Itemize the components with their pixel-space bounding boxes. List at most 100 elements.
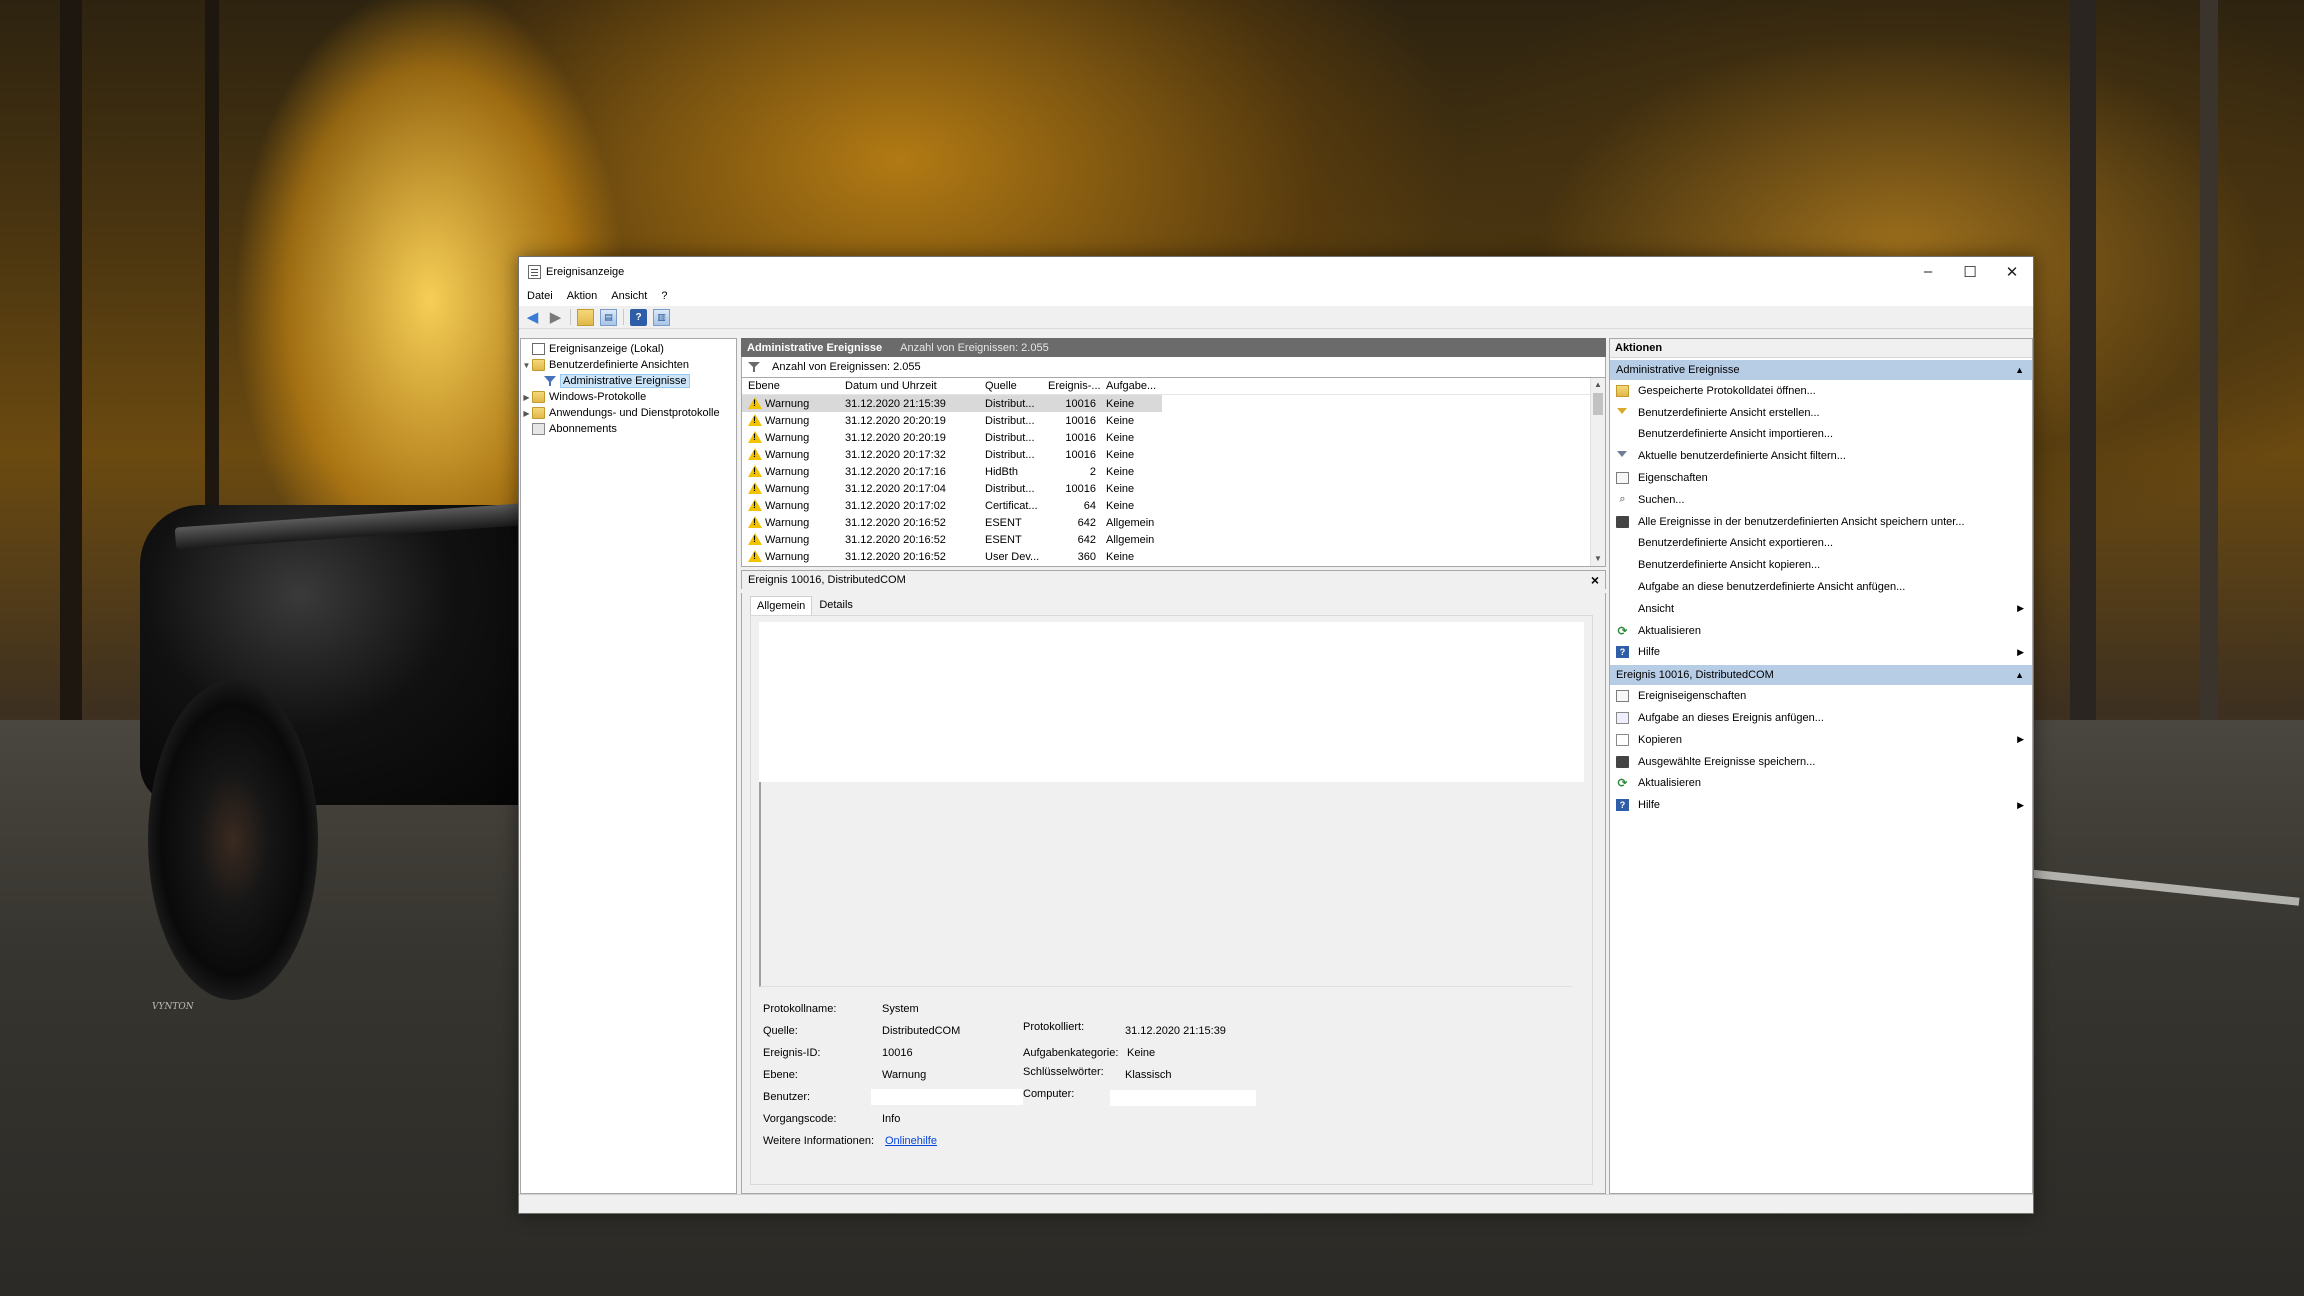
event-row[interactable]: Warnung 31.12.2020 20:20:19 Distribut... 10… <box>742 429 1605 446</box>
warning-icon <box>748 516 762 528</box>
action-item[interactable]: Kopieren ▶ <box>1610 729 2032 751</box>
tree-item-event-viewer-local[interactable]: Ereignisanzeige (Lokal) <box>521 341 736 357</box>
event-id-cell: 642 <box>1077 533 1096 546</box>
tree-item-subscriptions[interactable]: Abonnements <box>521 421 736 437</box>
properties-icon <box>1616 472 1629 485</box>
online-help-link[interactable]: Onlinehilfe <box>885 1135 937 1147</box>
tree-trunk <box>2200 0 2218 760</box>
filter-funnel-icon <box>748 361 760 373</box>
action-item[interactable]: Gespeicherte Protokolldatei öffnen... <box>1610 380 2032 402</box>
event-level-cell: Warnung <box>742 482 839 495</box>
show-hide-action-pane-icon[interactable]: ▥ <box>653 308 670 326</box>
event-list: Ebene Datum und Uhrzeit Quelle Ereignis-… <box>741 377 1606 567</box>
open-log-icon <box>1616 384 1629 397</box>
open-folder-icon[interactable] <box>577 308 594 326</box>
close-detail-icon[interactable]: × <box>1591 572 1599 588</box>
menu-file[interactable]: Datei <box>527 290 553 302</box>
event-row[interactable]: Warnung 31.12.2020 20:16:52 User Dev... 360… <box>742 548 1605 565</box>
menu-action[interactable]: Aktion <box>567 290 598 302</box>
action-item[interactable]: Ausgewählte Ereignisse speichern... <box>1610 751 2032 773</box>
event-task-cell: Keine <box>1106 550 1135 563</box>
warning-icon <box>748 533 762 545</box>
warning-icon <box>748 482 762 494</box>
event-row[interactable]: Warnung 31.12.2020 20:20:19 Distribut... 10… <box>742 412 1605 429</box>
car-wheel <box>148 680 318 1000</box>
action-item[interactable]: ? Hilfe ▶ <box>1610 642 2032 664</box>
show-hide-console-tree-icon[interactable]: ▤ <box>600 308 617 326</box>
action-item[interactable]: Aufgabe an diese benutzerdefinierte Ansi… <box>1610 576 2032 598</box>
column-header-date[interactable]: Datum und Uhrzeit <box>839 380 979 392</box>
event-level-cell: Warnung <box>742 414 839 427</box>
save-events-icon <box>1616 515 1629 528</box>
column-header-level[interactable]: Ebene <box>742 380 839 392</box>
maximize-button[interactable]: ☐ <box>1949 257 1991 286</box>
tab-general[interactable]: Allgemein <box>750 596 813 615</box>
tree-trunk <box>60 0 82 760</box>
scroll-thumb[interactable] <box>1593 393 1603 415</box>
action-item[interactable]: Ansicht ▶ <box>1610 598 2032 620</box>
event-row[interactable]: Warnung 31.12.2020 20:16:52 ESENT 642 Allgem… <box>742 531 1605 548</box>
actions-section-administrative-events[interactable]: Administrative Ereignisse ▲ <box>1610 360 2032 380</box>
event-description-box[interactable] <box>759 622 1584 782</box>
event-row[interactable]: Warnung 31.12.2020 20:17:02 Certificat... 6… <box>742 497 1605 514</box>
event-level-cell: Warnung <box>742 465 839 478</box>
action-item[interactable]: Benutzerdefinierte Ansicht importieren..… <box>1610 424 2032 446</box>
event-row[interactable]: Warnung 31.12.2020 21:15:39 Distribut... 10… <box>742 395 1162 412</box>
column-header-task[interactable]: Aufgabe... <box>1100 380 1160 392</box>
action-item[interactable]: Alle Ereignisse in der benutzerdefiniert… <box>1610 511 2032 533</box>
column-header-event-id[interactable]: Ereignis-... <box>1042 380 1100 392</box>
event-list-scrollbar[interactable]: ▲ ▼ <box>1590 378 1605 566</box>
tab-details[interactable]: Details <box>812 595 860 615</box>
event-row[interactable]: Warnung 31.12.2020 20:17:04 Distribut... 10… <box>742 480 1605 497</box>
tree-item-windows-logs[interactable]: ▶ Windows-Protokolle <box>521 389 736 405</box>
create-view-icon <box>1616 407 1629 419</box>
help-icon[interactable]: ? <box>630 308 647 326</box>
title-bar[interactable]: Ereignisanzeige – ☐ ✕ <box>519 257 2033 286</box>
event-id-cell: 10016 <box>1065 482 1096 495</box>
status-bar <box>519 1194 2033 1213</box>
scroll-up-icon[interactable]: ▲ <box>1591 378 1605 392</box>
folder-icon <box>532 359 545 371</box>
expand-arrow-icon[interactable]: ▼ <box>521 361 532 370</box>
event-task-cell: Keine <box>1106 397 1135 410</box>
tree-item-custom-views[interactable]: ▼ Benutzerdefinierte Ansichten <box>521 357 736 373</box>
collapse-arrow-icon[interactable]: ▶ <box>521 393 532 402</box>
back-arrow-icon[interactable]: ◀ <box>524 309 541 326</box>
collapse-section-icon[interactable]: ▲ <box>2015 670 2024 680</box>
action-item[interactable]: Eigenschaften <box>1610 467 2032 489</box>
event-row[interactable]: Warnung 31.12.2020 20:16:52 ESENT 642 Allgem… <box>742 514 1605 531</box>
action-item[interactable]: Aufgabe an dieses Ereignis anfügen... <box>1610 707 2032 729</box>
actions-section-event[interactable]: Ereignis 10016, DistributedCOM ▲ <box>1610 665 2032 686</box>
menu-help[interactable]: ? <box>661 290 667 302</box>
action-item[interactable]: ⟳ Aktualisieren <box>1610 773 2032 795</box>
action-item[interactable]: ? Hilfe ▶ <box>1610 794 2032 816</box>
action-item[interactable]: ⟳ Aktualisieren <box>1610 620 2032 642</box>
forward-arrow-icon[interactable]: ▶ <box>547 309 564 326</box>
minimize-button[interactable]: – <box>1907 257 1949 286</box>
submenu-arrow-icon: ▶ <box>2017 603 2024 614</box>
event-date-cell: 31.12.2020 21:15:39 <box>845 397 946 410</box>
collapse-arrow-icon[interactable]: ▶ <box>521 409 532 418</box>
action-item[interactable]: Benutzerdefinierte Ansicht kopieren... <box>1610 554 2032 576</box>
event-source-cell: Distribut... <box>985 431 1035 444</box>
action-item[interactable]: Benutzerdefinierte Ansicht exportieren..… <box>1610 533 2032 555</box>
column-header-source[interactable]: Quelle <box>979 380 1042 392</box>
event-row[interactable]: Warnung 31.12.2020 20:17:32 Distribut... 10… <box>742 446 1605 463</box>
action-item[interactable]: Aktuelle benutzerdefinierte Ansicht filt… <box>1610 445 2032 467</box>
keywords-value: Klassisch <box>1125 1069 1172 1081</box>
logged-label: Protokolliert: <box>1023 1021 1085 1033</box>
close-button[interactable]: ✕ <box>1991 257 2033 286</box>
action-item[interactable]: Ereigniseigenschaften <box>1610 685 2032 707</box>
tree-item-app-service-logs[interactable]: ▶ Anwendungs- und Dienstprotokolle <box>521 405 736 421</box>
event-task-cell: Keine <box>1106 448 1135 461</box>
tree-item-administrative-events[interactable]: Administrative Ereignisse <box>521 373 736 389</box>
action-item[interactable]: ⌕ Suchen... <box>1610 489 2032 511</box>
scroll-down-icon[interactable]: ▼ <box>1591 552 1605 566</box>
event-source-cell: HidBth <box>985 465 1019 478</box>
event-row[interactable]: Warnung 31.12.2020 20:17:16 HidBth 2 Keine <box>742 463 1605 480</box>
action-item[interactable]: Benutzerdefinierte Ansicht erstellen... <box>1610 402 2032 424</box>
collapse-section-icon[interactable]: ▲ <box>2015 365 2024 375</box>
log-name-value: System <box>882 1003 919 1015</box>
event-id-label: Ereignis-ID: <box>763 1047 821 1059</box>
menu-view[interactable]: Ansicht <box>611 290 647 302</box>
